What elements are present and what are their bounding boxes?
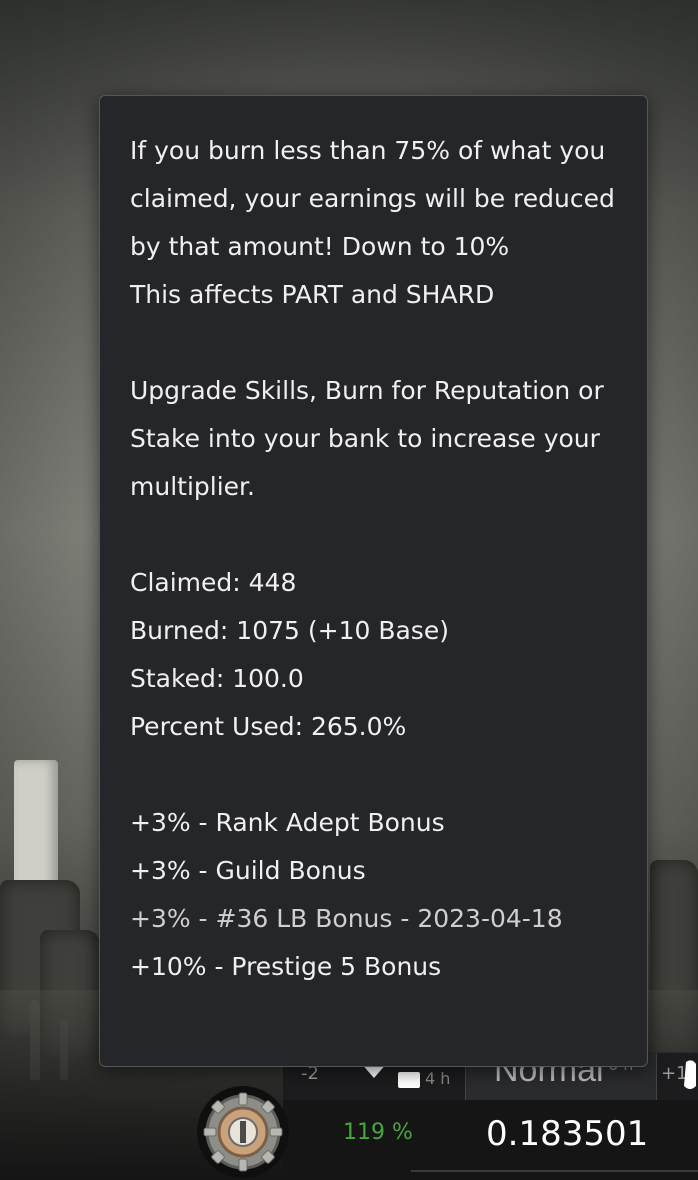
time-left: 4 h (425, 1069, 451, 1088)
upgrade-hint-text: Upgrade Skills, Burn for Reputation or S… (130, 376, 604, 501)
bonus-prestige: +10% - Prestige 5 Bonus (130, 952, 442, 981)
bonus-leaderboard: +3% - #36 LB Bonus - 2023-04-18 (130, 904, 563, 933)
earnings-amount: 0.183501 (486, 1114, 649, 1154)
hud-stats-bar: 119 % 0.183501 (283, 1100, 698, 1180)
bonus-guild: +3% - Guild Bonus (130, 856, 366, 885)
multiplier-tooltip: If you burn less than 75% of what you cl… (99, 95, 648, 1067)
stat-staked: Staked: 100.0 (130, 664, 304, 693)
card-icon (398, 1072, 420, 1088)
bonus-rank: +3% - Rank Adept Bonus (130, 808, 445, 837)
gear-emblem-icon (203, 1092, 283, 1172)
affects-text: This affects PART and SHARD (130, 280, 495, 309)
burn-warning-text: If you burn less than 75% of what you cl… (130, 136, 615, 261)
gear-emblem-button[interactable] (197, 1086, 289, 1178)
stat-percent-used: Percent Used: 265.0% (130, 712, 407, 741)
divider (411, 1170, 698, 1172)
stat-claimed: Claimed: 448 (130, 568, 297, 597)
multiplier-percent: 119 % (343, 1120, 413, 1145)
stat-burned: Burned: 1075 (+10 Base) (130, 616, 449, 645)
hand-icon (684, 1060, 696, 1089)
